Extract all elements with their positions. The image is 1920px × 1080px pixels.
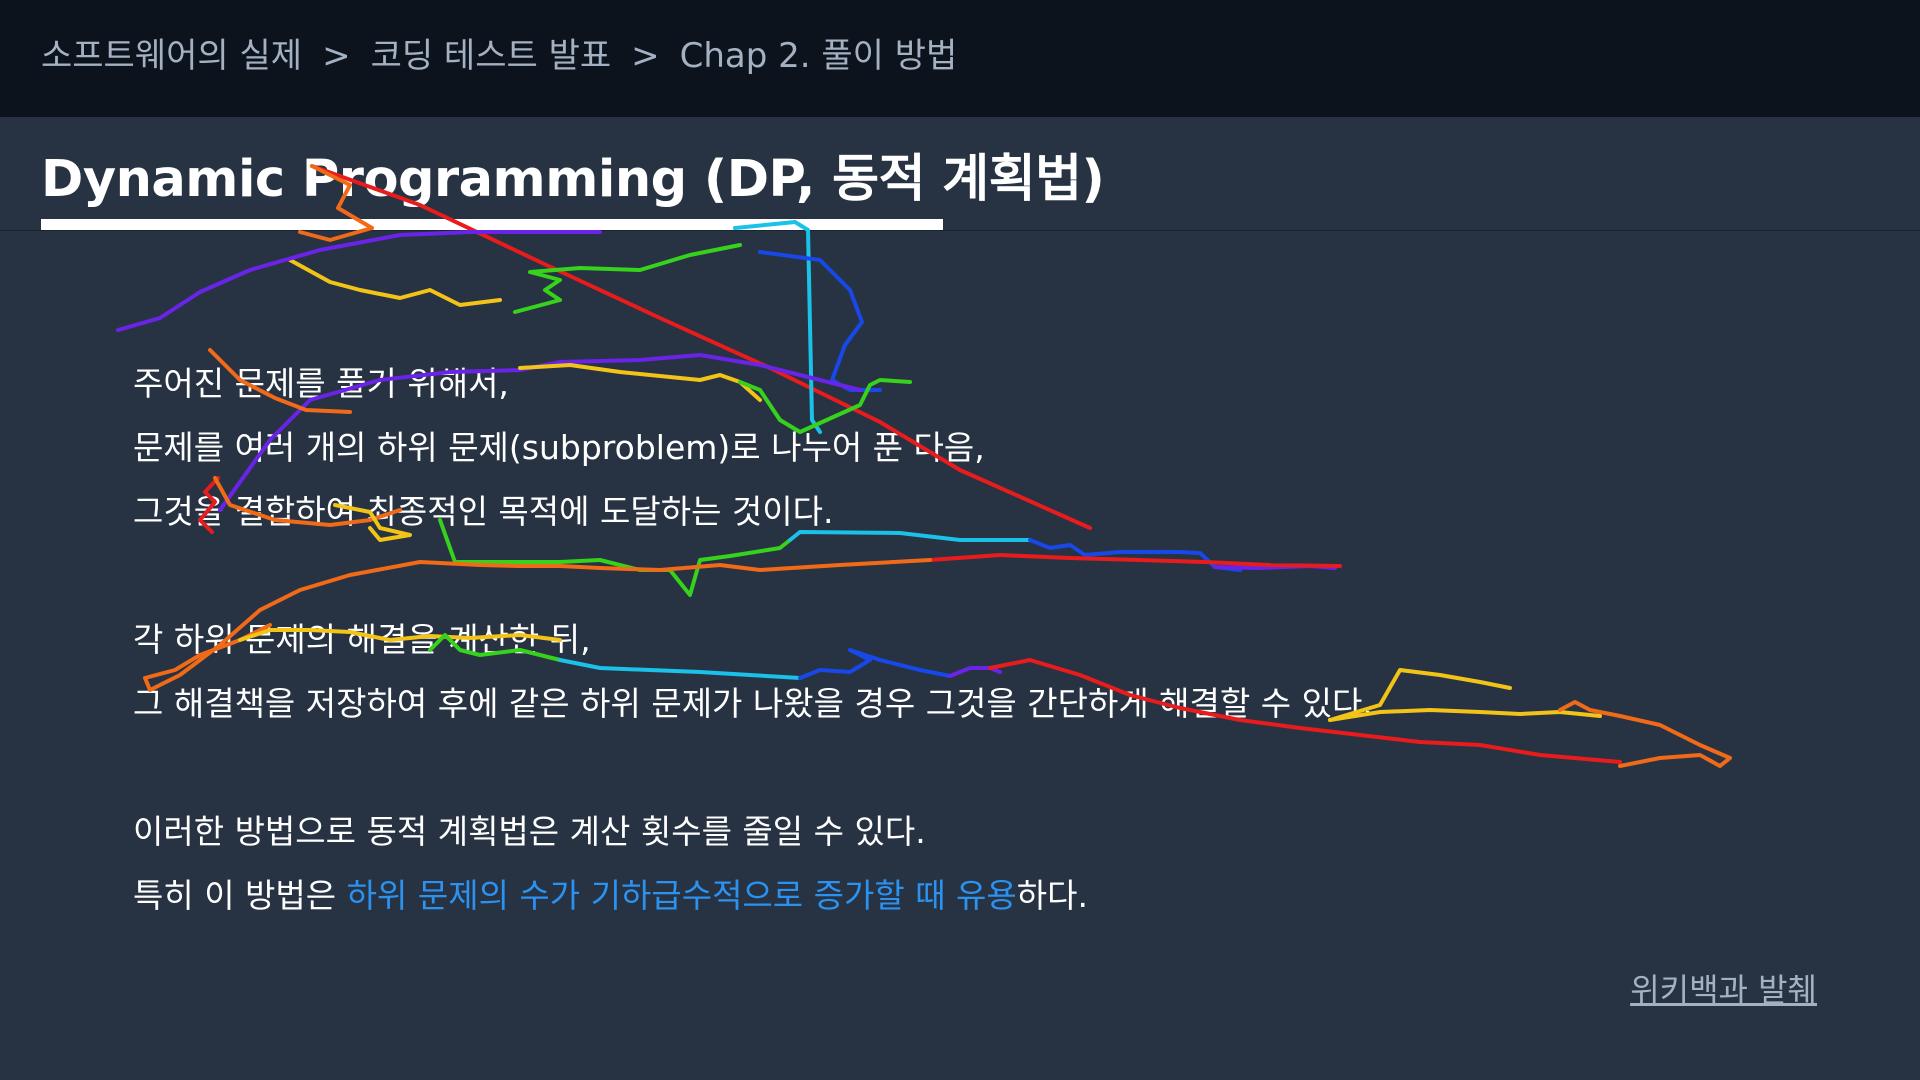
breadcrumb-separator: > — [322, 36, 351, 76]
paragraph-line: 각 하위 문제의 해결을 계산한 뒤, — [133, 620, 591, 659]
title-area: Dynamic Programming (DP, 동적 계획법) — [41, 150, 1105, 210]
paragraph-line: 주어진 문제를 풀기 위해서, — [133, 364, 509, 403]
breadcrumb-separator: > — [631, 36, 660, 76]
paragraph-line: 이러한 방법으로 동적 계획법은 계산 횟수를 줄일 수 있다. — [133, 812, 926, 851]
scribble-stroke-orange-5 — [1558, 700, 1732, 768]
paragraph-line: 특히 이 방법은 하위 문제의 수가 기하급수적으로 증가할 때 유용하다. — [133, 864, 1373, 928]
page-title: Dynamic Programming (DP, 동적 계획법) — [41, 150, 1105, 209]
slide-viewer: 소프트웨어의 실제 > 코딩 테스트 발표 > Chap 2. 풀이 방법 Dynami… — [0, 0, 1920, 1080]
title-underline — [41, 219, 943, 230]
top-bar: 소프트웨어의 실제 > 코딩 테스트 발표 > Chap 2. 풀이 방법 — [0, 0, 1920, 117]
paragraph-line: 그 해결책을 저장하여 후에 같은 하위 문제가 나왔을 경우 그것을 간단하게… — [133, 684, 1373, 723]
source-link[interactable]: 위키백과 발췌 — [1630, 965, 1817, 1011]
scribble-stroke-violet — [116, 230, 602, 332]
header-divider — [0, 230, 1920, 231]
paragraph-line: 그것을 결합하여 최종적인 목적에 도달하는 것이다. — [133, 492, 834, 531]
highlighted-text: 하위 문제의 수가 기하급수적으로 증가할 때 유용 — [346, 876, 1017, 915]
breadcrumb-item-course[interactable]: 소프트웨어의 실제 — [41, 36, 302, 76]
breadcrumb-item-presentation[interactable]: 코딩 테스트 발표 — [371, 36, 612, 76]
slide-content: 주어진 문제를 풀기 위해서, 문제를 여러 개의 하위 문제(subprobl… — [133, 352, 1373, 928]
scribble-stroke-green — [513, 243, 742, 314]
breadcrumb: 소프트웨어의 실제 > 코딩 테스트 발표 > Chap 2. 풀이 방법 — [41, 34, 957, 78]
paragraph-line: 문제를 여러 개의 하위 문제(subproblem)로 나누어 푼 다음, — [133, 428, 985, 467]
breadcrumb-item-chapter: Chap 2. 풀이 방법 — [679, 36, 958, 76]
text-segment: 하다. — [1016, 876, 1088, 915]
scribble-stroke-yellow — [288, 258, 502, 307]
text-segment: 특히 이 방법은 — [133, 876, 347, 915]
